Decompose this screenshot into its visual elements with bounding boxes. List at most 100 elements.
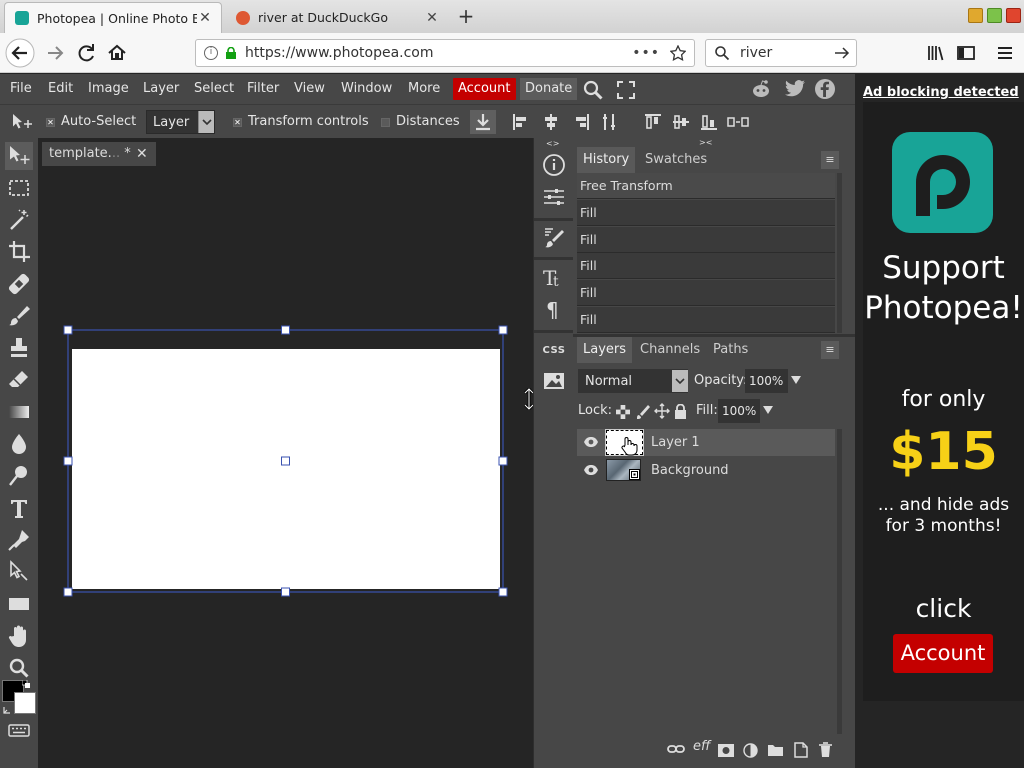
healing-brush-tool-icon[interactable] — [5, 270, 33, 298]
forward-button[interactable] — [40, 38, 70, 68]
path-select-tool-icon[interactable] — [5, 558, 33, 586]
align-right-icon[interactable] — [572, 113, 590, 131]
align-bottom-icon[interactable] — [700, 113, 718, 131]
ad-panel[interactable]: Support Photopea! for only $15 ... and h… — [863, 102, 1024, 701]
tab-channels[interactable]: Channels — [640, 337, 700, 363]
default-colors-icon[interactable] — [22, 680, 30, 688]
tab-swatches[interactable]: Swatches — [645, 147, 707, 173]
history-item[interactable]: Fill — [577, 227, 835, 253]
search-box[interactable]: river — [705, 39, 857, 67]
browser-tab-photopea[interactable]: Photopea | Online Photo Edit ✕ — [4, 2, 222, 33]
menu-layer[interactable]: Layer — [143, 74, 179, 104]
reddit-icon[interactable] — [750, 78, 772, 100]
distances-checkbox[interactable] — [381, 118, 390, 127]
layer-row-background[interactable]: Background — [577, 457, 835, 484]
paragraph-icon[interactable]: ¶ — [541, 296, 567, 322]
collapse-arrows-icon[interactable]: <> — [546, 139, 559, 148]
eye-visibility-icon[interactable] — [583, 463, 599, 477]
crop-tool-icon[interactable] — [5, 238, 33, 266]
adjustments-icon[interactable] — [541, 184, 567, 210]
layer-select-dropdown[interactable]: Layer — [146, 110, 215, 134]
eraser-tool-icon[interactable] — [5, 366, 33, 394]
layers-panel-menu-icon[interactable]: ≡ — [821, 341, 839, 359]
twitter-icon[interactable] — [784, 79, 806, 99]
donate-button[interactable]: Donate — [520, 78, 578, 100]
marquee-tool-icon[interactable] — [5, 174, 33, 202]
account-button[interactable]: Account — [453, 78, 516, 100]
library-icon[interactable] — [920, 38, 950, 68]
history-item[interactable]: Fill — [577, 200, 835, 226]
menu-view[interactable]: View — [294, 74, 325, 104]
fullscreen-icon[interactable] — [616, 80, 636, 100]
tab-layers[interactable]: Layers — [577, 337, 633, 363]
align-top-icon[interactable] — [644, 113, 662, 131]
layer-row-layer-1[interactable]: Layer 1 — [577, 429, 835, 456]
history-item[interactable]: Fill — [577, 307, 835, 333]
expand-arrows-icon[interactable]: >< — [699, 138, 712, 147]
lock-all-icon[interactable] — [674, 404, 687, 419]
search-go-icon[interactable] — [834, 45, 850, 61]
lock-position-icon[interactable] — [654, 403, 670, 419]
home-button[interactable] — [102, 38, 132, 68]
new-layer-icon[interactable] — [793, 742, 808, 758]
distribute-vertical-icon[interactable] — [727, 113, 749, 131]
move-tool-icon[interactable] — [5, 142, 33, 170]
blend-mode-dropdown[interactable]: Normal — [578, 369, 688, 393]
close-document-icon[interactable]: ✕ — [136, 142, 148, 166]
tab-history[interactable]: History — [577, 147, 636, 173]
link-layers-icon[interactable] — [667, 743, 685, 755]
pen-tool-icon[interactable] — [5, 526, 33, 554]
keyboard-icon[interactable] — [5, 716, 33, 744]
css-icon[interactable]: CSS — [541, 338, 567, 364]
reload-button[interactable] — [72, 38, 102, 68]
menu-more[interactable]: More — [408, 74, 440, 104]
history-scrollbar[interactable] — [837, 173, 842, 333]
bookmark-star-icon[interactable] — [670, 45, 686, 61]
gradient-tool-icon[interactable] — [5, 398, 33, 426]
history-item[interactable]: Free Transform — [577, 173, 835, 199]
info-icon[interactable]: i — [204, 46, 218, 60]
opacity-dropdown-icon[interactable] — [790, 375, 802, 385]
hamburger-menu-icon[interactable] — [990, 38, 1020, 68]
menu-window[interactable]: Window — [341, 74, 392, 104]
hand-tool-icon[interactable] — [5, 622, 33, 650]
menu-file[interactable]: File — [10, 74, 32, 104]
auto-select-checkbox[interactable]: ✕ — [46, 118, 55, 127]
lock-transparency-icon[interactable] — [616, 405, 630, 419]
minimize-window-button[interactable] — [968, 8, 983, 23]
brush-tool-icon[interactable] — [5, 302, 33, 330]
menu-select[interactable]: Select — [194, 74, 234, 104]
new-tab-icon[interactable]: + — [455, 6, 477, 28]
layers-scrollbar[interactable] — [837, 429, 842, 734]
magic-wand-tool-icon[interactable] — [5, 206, 33, 234]
close-tab-icon[interactable]: ✕ — [197, 10, 213, 26]
rectangle-tool-icon[interactable] — [5, 590, 33, 618]
sidebar-icon[interactable] — [951, 38, 981, 68]
background-color-swatch[interactable] — [14, 692, 36, 714]
eye-visibility-icon[interactable] — [583, 435, 599, 449]
swap-colors-icon[interactable] — [3, 704, 13, 714]
align-center-icon[interactable] — [542, 113, 560, 131]
search-icon[interactable] — [582, 79, 604, 101]
maximize-window-button[interactable] — [987, 8, 1002, 23]
document-tab[interactable]: template... * ✕ — [42, 142, 156, 166]
menu-image[interactable]: Image — [88, 74, 129, 104]
page-actions-icon[interactable]: ••• — [632, 45, 660, 61]
menu-edit[interactable]: Edit — [48, 74, 73, 104]
facebook-icon[interactable] — [814, 78, 836, 100]
transform-controls-checkbox[interactable]: ✕ — [233, 118, 242, 127]
tab-paths[interactable]: Paths — [713, 337, 748, 363]
layer-mask-icon[interactable] — [718, 744, 734, 757]
info-icon[interactable] — [541, 152, 567, 178]
align-middle-icon[interactable] — [672, 113, 690, 131]
close-tab-icon[interactable]: ✕ — [424, 10, 440, 26]
distribute-horizontal-icon[interactable] — [600, 113, 618, 131]
lock-pixels-icon[interactable] — [636, 404, 650, 420]
brush-settings-icon[interactable] — [541, 225, 567, 251]
history-item[interactable]: Fill — [577, 253, 835, 279]
fill-dropdown-icon[interactable] — [762, 405, 774, 415]
transform-bounding-box[interactable] — [60, 322, 512, 602]
url-bar[interactable]: i https://www.photopea.com ••• — [195, 39, 695, 67]
layer-effects-icon[interactable]: eff — [693, 739, 710, 754]
close-window-button[interactable] — [1006, 8, 1021, 23]
